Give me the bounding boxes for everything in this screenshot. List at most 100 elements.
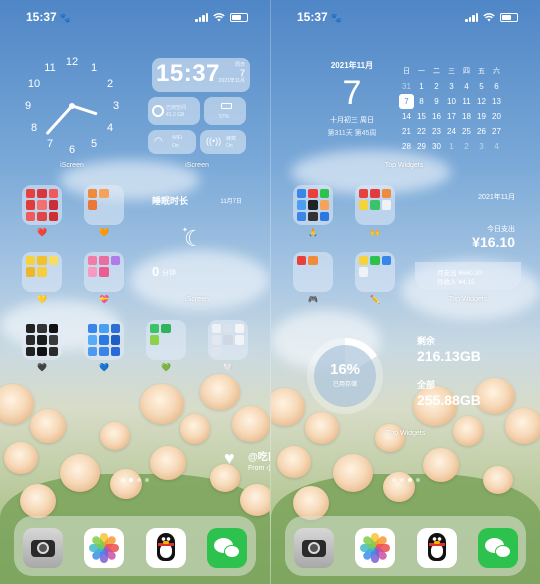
storage-tile[interactable]: 已用空间 41.2 GB <box>148 97 200 125</box>
app-folder[interactable] <box>22 252 62 292</box>
clock-widget-label: iScreen <box>60 162 84 169</box>
orange-heart-icon: 🧡 <box>99 228 109 237</box>
app-folder[interactable] <box>22 185 62 225</box>
clock-center <box>69 103 75 109</box>
calendar-day: 15 <box>417 112 426 121</box>
expense-today-value: ¥16.10 <box>472 234 515 250</box>
app-folder[interactable] <box>146 320 186 360</box>
storage-percent: 16% <box>329 361 361 378</box>
app-folder[interactable] <box>355 252 395 292</box>
calendar-day: 9 <box>434 97 439 106</box>
expense-month: 2021年11月 <box>478 194 515 201</box>
camera-app-icon[interactable] <box>294 528 334 568</box>
wifi-icon <box>483 12 495 21</box>
app-folder[interactable] <box>208 320 248 360</box>
sleep-widget[interactable]: 睡眠时长 11月7日 ☾ ✦ 0 分钟 <box>148 188 248 288</box>
date-widget[interactable]: 2021年11月 7 十月初三 周日 第311天 第45周 <box>307 60 397 150</box>
date-widget-day: 7 <box>342 74 362 112</box>
storage-used-label: 已用存储 <box>332 382 357 388</box>
storage-free-value: 216.13GB <box>417 348 481 364</box>
app-folder[interactable] <box>293 252 333 292</box>
digital-time: 15:37 <box>156 60 220 87</box>
app-folder[interactable] <box>84 252 124 292</box>
clock-number: 6 <box>68 144 76 156</box>
raised-hands-icon: 🙌 <box>370 228 380 237</box>
calendar-day: 18 <box>462 112 471 121</box>
calendar-day: 31 <box>402 82 411 91</box>
calendar-day: 6 <box>494 82 499 91</box>
calendar-day: 12 <box>477 97 486 106</box>
storage-total-label: 全部 <box>417 380 436 390</box>
calendar-day: 28 <box>402 142 411 151</box>
weekday-header: 二 <box>433 68 440 75</box>
calendar-day: 30 <box>432 142 441 151</box>
wechat-app-icon[interactable] <box>207 528 247 568</box>
qq-app-icon[interactable] <box>417 528 457 568</box>
page-indicator[interactable] <box>0 478 270 482</box>
page-indicator[interactable] <box>271 478 540 482</box>
date-widget-progress: 第311天 第45周 <box>327 130 377 137</box>
status-time: 15:37 <box>297 10 328 24</box>
star-icon: ✦ <box>182 227 188 234</box>
calendar-day: 24 <box>447 127 456 136</box>
clock-number: 1 <box>90 62 98 74</box>
calendar-day-today: 7 <box>399 94 414 109</box>
clock-number: 12 <box>65 56 79 68</box>
pencil-icon: ✏️ <box>370 295 380 304</box>
storage-tile-label: 已用空间 <box>166 105 187 111</box>
weekday-header: 四 <box>463 68 470 75</box>
cellular-tile[interactable]: ((•)) 蜂窝 On <box>200 130 246 154</box>
digital-time-widget[interactable]: 15:37 周日 7 2021年11月 <box>152 58 250 92</box>
wifi-tile[interactable]: ◠ WiFi On <box>148 130 196 154</box>
weekday-header: 六 <box>493 68 500 75</box>
wifi-tile-state: On <box>172 143 179 149</box>
camera-app-icon[interactable] <box>23 528 63 568</box>
heart-watermark-icon: ♥ <box>224 448 235 468</box>
calendar-week-row: 28 29 30 1 2 3 4 <box>399 139 504 154</box>
month-calendar[interactable]: 日 一 二 三 四 五 六 31 1 2 3 4 5 6 7 8 9 10 11… <box>399 64 504 154</box>
battery-tile-icon <box>221 103 232 109</box>
clock-number: 2 <box>106 78 114 90</box>
calendar-day: 23 <box>432 127 441 136</box>
calendar-week-row: 14 15 16 17 18 19 20 <box>399 109 504 124</box>
photos-app-icon[interactable] <box>355 528 395 568</box>
storage-total-value: 255.88GB <box>417 392 481 408</box>
app-folder[interactable] <box>84 320 124 360</box>
clock-number: 9 <box>24 100 32 112</box>
digital-date: 周日 7 2021年11月 <box>219 62 245 85</box>
app-folder[interactable] <box>355 185 395 225</box>
app-folder[interactable] <box>293 185 333 225</box>
cellular-tile-icon: ((•)) <box>206 136 222 146</box>
calendar-header-row: 日 一 二 三 四 五 六 <box>399 64 504 79</box>
app-folder[interactable] <box>84 185 124 225</box>
dock <box>285 516 526 576</box>
wechat-app-icon[interactable] <box>478 528 518 568</box>
battery-tile[interactable]: 57% <box>204 97 246 125</box>
calendar-day: 14 <box>402 112 411 121</box>
photos-app-icon[interactable] <box>84 528 124 568</box>
weekday-header: 一 <box>418 68 425 75</box>
black-heart-icon: 🖤 <box>37 363 47 372</box>
status-time: 15:37 <box>26 10 57 24</box>
date-widget-month: 2021年11月 <box>330 61 374 70</box>
signal-icon <box>195 12 208 22</box>
sleep-title: 睡眠时长 <box>152 196 189 206</box>
month-income: 月收入 ¥4.15 <box>437 279 475 286</box>
storage-ring-widget[interactable]: 16% 已用存储 <box>307 338 383 414</box>
clock-number: 8 <box>30 122 38 134</box>
app-folder[interactable] <box>22 320 62 360</box>
clock-minute-hand <box>45 105 73 136</box>
signal-icon <box>465 12 478 22</box>
date-widget-lunar: 十月初三 周日 <box>330 117 374 124</box>
analog-clock-widget[interactable]: 12 1 2 3 4 5 6 7 8 9 10 11 <box>20 54 124 158</box>
calendar-day: 21 <box>402 127 411 136</box>
weekday-header: 三 <box>448 68 455 75</box>
weekday-header: 日 <box>403 68 410 75</box>
calendar-day: 1 <box>449 142 454 151</box>
status-bar: 15:37 🐾 <box>271 8 540 26</box>
expense-widget[interactable]: 2021年11月 今日支出 ¥16.10 月支出 ¥660.20 月收入 ¥4.… <box>415 186 521 290</box>
cellular-tile-state: On <box>226 143 233 149</box>
qq-app-icon[interactable] <box>146 528 186 568</box>
month-text: 2021年11月 <box>218 78 245 84</box>
calendar-day: 26 <box>477 127 486 136</box>
